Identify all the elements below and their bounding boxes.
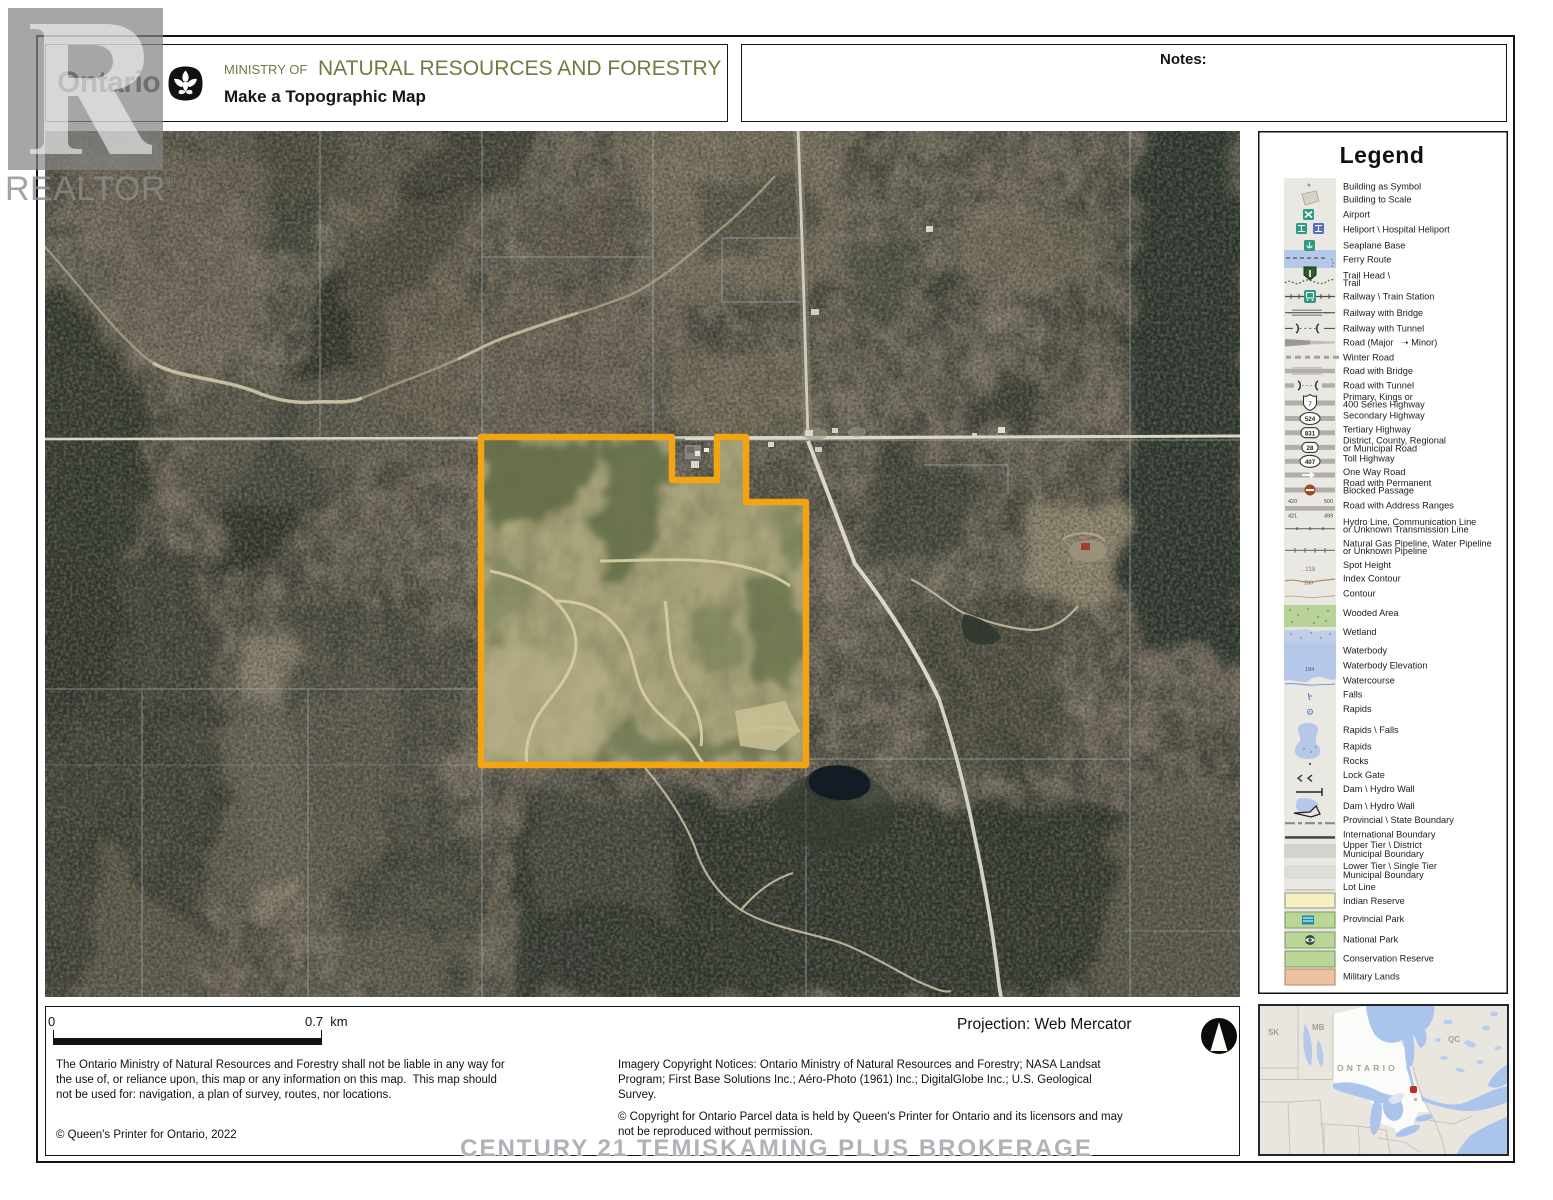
svg-text:Spot Height: Spot Height (1343, 560, 1391, 570)
svg-text:Seaplane Base: Seaplane Base (1343, 241, 1405, 251)
svg-text:or Municipal Road: or Municipal Road (1343, 443, 1417, 453)
svg-text:Secondary Highway: Secondary Highway (1343, 411, 1425, 421)
svg-text:Legend: Legend (1340, 142, 1425, 168)
svg-text:Conservation Reserve: Conservation Reserve (1343, 954, 1434, 964)
svg-text:Contour: Contour (1343, 588, 1376, 598)
svg-text:Building to Scale: Building to Scale (1343, 195, 1411, 205)
svg-text:Winter Road: Winter Road (1343, 353, 1394, 363)
svg-text:Railway with Bridge: Railway with Bridge (1343, 308, 1423, 318)
svg-text:28: 28 (1307, 445, 1314, 452)
svg-text:MB: MB (1312, 1023, 1325, 1032)
svg-text:International Boundary: International Boundary (1343, 829, 1436, 839)
svg-text:Airport: Airport (1343, 209, 1371, 219)
svg-text:Waterbody Elevation: Waterbody Elevation (1343, 661, 1427, 671)
svg-text:or Unknown Transmission Line: or Unknown Transmission Line (1343, 524, 1469, 534)
svg-text:Wetland: Wetland (1343, 627, 1377, 637)
svg-text:Railway \ Train Station: Railway \ Train Station (1343, 292, 1434, 302)
svg-text:➝ Minor): ➝ Minor) (1401, 338, 1437, 348)
svg-text:Blocked Passage: Blocked Passage (1343, 486, 1414, 496)
svg-text:Rapids \ Falls: Rapids \ Falls (1343, 725, 1399, 735)
svg-text:Watercourse: Watercourse (1343, 676, 1395, 686)
svg-text:Road (Major: Road (Major (1343, 338, 1394, 348)
svg-text:Toll Highway: Toll Highway (1343, 453, 1395, 463)
svg-text:200: 200 (1304, 581, 1313, 587)
svg-text:Road with Address Ranges: Road with Address Ranges (1343, 500, 1454, 510)
svg-text:831: 831 (1305, 430, 1316, 437)
svg-text:Provincial \ State Boundary: Provincial \ State Boundary (1343, 815, 1454, 825)
svg-text:Dam \ Hydro Wall: Dam \ Hydro Wall (1343, 801, 1415, 811)
svg-text:421: 421 (1288, 514, 1297, 520)
svg-text:Provincial Park: Provincial Park (1343, 914, 1405, 924)
svg-text:524: 524 (1305, 416, 1316, 423)
svg-text:or Unknown Pipeline: or Unknown Pipeline (1343, 546, 1427, 556)
svg-text:Falls: Falls (1343, 690, 1363, 700)
svg-text:ONTARIO: ONTARIO (1337, 1063, 1398, 1073)
svg-text:400 Series Highway: 400 Series Highway (1343, 400, 1425, 410)
svg-text:Indian Reserve: Indian Reserve (1343, 896, 1405, 906)
svg-text:Municipal Boundary: Municipal Boundary (1343, 870, 1424, 880)
svg-text:Wooded Area: Wooded Area (1343, 608, 1399, 618)
svg-text:. 184: . 184 (1302, 667, 1314, 673)
svg-text:Heliport \ Hospital Heliport: Heliport \ Hospital Heliport (1343, 224, 1450, 234)
svg-text:National Park: National Park (1343, 934, 1399, 944)
svg-text:420: 420 (1288, 499, 1297, 505)
svg-text:Dam \ Hydro Wall: Dam \ Hydro Wall (1343, 784, 1415, 794)
svg-text:Rapids: Rapids (1343, 742, 1372, 752)
svg-text:Ferry Route: Ferry Route (1343, 255, 1392, 265)
svg-text:Tertiary Highway: Tertiary Highway (1343, 425, 1411, 435)
svg-text:Lock Gate: Lock Gate (1343, 770, 1385, 780)
svg-text:500: 500 (1324, 499, 1333, 505)
svg-text:Rapids: Rapids (1343, 704, 1372, 714)
svg-text:Railway with Tunnel: Railway with Tunnel (1343, 324, 1424, 334)
svg-text:499: 499 (1324, 514, 1333, 520)
svg-text:One Way Road: One Way Road (1343, 467, 1405, 477)
svg-text:SK: SK (1268, 1028, 1279, 1037)
svg-text:Road with Tunnel: Road with Tunnel (1343, 381, 1414, 391)
svg-text:. 218: . 218 (1302, 567, 1316, 573)
svg-text:QC: QC (1448, 1035, 1460, 1044)
svg-text:Military Lands: Military Lands (1343, 972, 1400, 982)
svg-text:Trail: Trail (1343, 278, 1361, 288)
svg-text:Lot Line: Lot Line (1343, 882, 1376, 892)
svg-text:Road with Bridge: Road with Bridge (1343, 366, 1413, 376)
svg-text:Municipal Boundary: Municipal Boundary (1343, 849, 1424, 859)
svg-text:Waterbody: Waterbody (1343, 645, 1387, 655)
svg-text:Index Contour: Index Contour (1343, 574, 1401, 584)
svg-text:407: 407 (1305, 459, 1316, 466)
svg-text:Rocks: Rocks (1343, 756, 1369, 766)
svg-text:Building as Symbol: Building as Symbol (1343, 182, 1421, 192)
svg-text:7: 7 (1308, 401, 1312, 408)
